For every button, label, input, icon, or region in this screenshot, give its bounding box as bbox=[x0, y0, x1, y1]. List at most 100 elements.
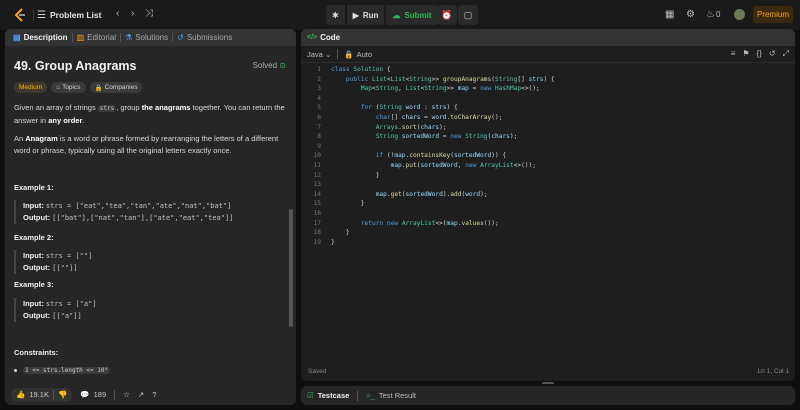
tab-description-label: Description bbox=[23, 33, 68, 42]
premium-button[interactable]: Premium bbox=[753, 6, 793, 23]
share-icon[interactable]: ↗ bbox=[138, 390, 144, 399]
comment-icon[interactable]: 💬 bbox=[80, 390, 89, 399]
example-input: strs = [""] bbox=[45, 252, 93, 260]
line-number: 10 bbox=[313, 152, 321, 160]
description-scrollbar[interactable] bbox=[289, 209, 293, 327]
code-panel-header: </> Code bbox=[301, 29, 795, 46]
shuffle-icon[interactable]: ⤨ bbox=[145, 8, 153, 19]
description-panel: ▤ Description ▥ Editorial ⚗ Solutions ↺ … bbox=[5, 29, 296, 405]
cloud-upload-icon: ☁ bbox=[392, 10, 401, 20]
description-footer: 👍 19.1K 👎 💬 189 ☆ ↗ ? bbox=[5, 384, 296, 405]
lock-icon: 🔒 bbox=[344, 49, 354, 59]
output-label: Output: bbox=[23, 311, 51, 320]
tab-testcase[interactable]: Testcase bbox=[318, 391, 350, 400]
flask-icon: ⚗ bbox=[125, 33, 133, 42]
editor-actions: ≡ ⚑ {} ↺ ⤢ bbox=[731, 49, 789, 59]
notes-button[interactable]: ▢ bbox=[458, 5, 478, 25]
tab-solutions-label: Solutions bbox=[135, 33, 169, 42]
lock-icon: 🔒 bbox=[94, 84, 103, 92]
terminal-icon: >_ bbox=[366, 391, 375, 400]
list-icon[interactable]: ☰ bbox=[37, 10, 46, 21]
example-3-block: Input: strs = ["a"] Output: [["a"]] bbox=[14, 298, 97, 322]
topics-badge[interactable]: ⌂ Topics bbox=[51, 82, 86, 93]
reset-icon[interactable]: ↺ bbox=[769, 49, 776, 59]
companies-badge[interactable]: 🔒 Companies bbox=[89, 82, 143, 93]
next-problem-icon[interactable]: › bbox=[131, 8, 134, 19]
avatar[interactable] bbox=[734, 9, 745, 20]
mode-label[interactable]: Auto bbox=[357, 50, 372, 59]
code-line: } bbox=[331, 171, 380, 179]
line-number: 13 bbox=[313, 181, 321, 189]
prev-problem-icon[interactable]: ‹ bbox=[116, 8, 119, 19]
example-output-row: Output: [["bat"],["nat","tan"],["ate","e… bbox=[23, 212, 233, 224]
settings-gear-icon[interactable]: ⚙ bbox=[686, 9, 695, 20]
input-label: Input: bbox=[23, 299, 44, 308]
chevron-down-icon: ⌄ bbox=[324, 49, 332, 59]
code-line: for (String word : strs) { bbox=[360, 104, 458, 112]
example-input: strs = ["a"] bbox=[45, 300, 97, 308]
problem-list-link[interactable]: Problem List bbox=[50, 10, 101, 20]
example-3-title: Example 3: bbox=[14, 280, 54, 289]
example-input: strs = ["eat","tea","tan","ate","nat","b… bbox=[45, 202, 232, 210]
line-number: 2 bbox=[317, 75, 321, 83]
description-tabs: ▤ Description ▥ Editorial ⚗ Solutions ↺ … bbox=[5, 29, 296, 46]
line-number: 1 bbox=[317, 66, 321, 73]
star-icon[interactable]: ☆ bbox=[123, 390, 130, 399]
history-icon: ↺ bbox=[177, 33, 184, 42]
language-select[interactable]: Java ⌄ bbox=[307, 50, 331, 59]
book-icon: ▥ bbox=[76, 33, 85, 42]
code-line: } bbox=[331, 200, 365, 208]
example-output: [["bat"],["nat","tan"],["ate","eat","tea… bbox=[52, 214, 234, 222]
output-label: Output: bbox=[23, 213, 51, 222]
code-icon: </> bbox=[307, 34, 318, 41]
top-nav: ☰ Problem List ‹ › ⤨ ✱ ▶ Run ☁ Submit ⏰ ▢ … bbox=[0, 0, 800, 30]
alarm-icon: ⏰ bbox=[441, 9, 453, 20]
streak-fire-icon[interactable]: ♨ bbox=[706, 9, 715, 20]
resize-handle[interactable] bbox=[542, 382, 554, 384]
code-line: map.put(sortedWord, new ArrayList<>()); bbox=[390, 162, 536, 169]
constraints-title: Constraints: bbox=[14, 348, 59, 357]
tab-submissions[interactable]: ↺ Submissions bbox=[173, 33, 236, 42]
fullscreen-icon[interactable]: ⤢ bbox=[783, 49, 789, 59]
bookmark-icon[interactable]: ⚑ bbox=[742, 49, 749, 59]
example-2-block: Input: strs = [""] Output: [[""]] bbox=[14, 250, 92, 274]
example-1-block: Input: strs = ["eat","tea","tan","ate","… bbox=[14, 200, 233, 224]
example-output-row: Output: [["a"]] bbox=[23, 310, 97, 322]
submit-button[interactable]: ☁ Submit bbox=[386, 5, 438, 25]
leetcode-logo[interactable] bbox=[13, 8, 27, 22]
code-header-label: Code bbox=[320, 33, 341, 42]
run-button[interactable]: ▶ Run bbox=[346, 5, 385, 25]
debug-button[interactable]: ✱ bbox=[326, 5, 345, 25]
braces-icon[interactable]: {} bbox=[757, 49, 762, 59]
format-icon[interactable]: ≡ bbox=[731, 49, 736, 59]
thumbs-up-icon[interactable]: 👍 bbox=[16, 390, 25, 399]
statement-text: Given an array of strings bbox=[14, 103, 98, 112]
code-line: public List<List<String>> groupAnagrams(… bbox=[345, 75, 555, 83]
help-icon[interactable]: ? bbox=[152, 390, 156, 399]
companies-label: Companies bbox=[104, 84, 138, 91]
layout-grid-icon[interactable]: ▦ bbox=[665, 9, 674, 20]
line-number: 4 bbox=[317, 94, 321, 102]
thumbs-down-icon[interactable]: 👎 bbox=[58, 390, 67, 399]
input-label: Input: bbox=[23, 251, 44, 260]
difficulty-badge: Medium bbox=[14, 82, 48, 93]
line-number: 12 bbox=[313, 171, 321, 179]
line-number: 9 bbox=[317, 142, 321, 150]
example-1-title: Example 1: bbox=[14, 183, 54, 192]
editor-toolbar: Java ⌄ 🔒 Auto bbox=[301, 46, 795, 63]
checkbox-icon: ☑ bbox=[307, 391, 314, 400]
statement-text: , group bbox=[116, 103, 142, 112]
tab-editorial[interactable]: ▥ Editorial bbox=[73, 33, 120, 42]
code-line: String sortedWord = new String(chars); bbox=[375, 133, 518, 141]
topics-label: Topics bbox=[62, 84, 81, 91]
statement-bold: the anagrams bbox=[141, 103, 191, 112]
pill-divider bbox=[52, 389, 54, 400]
timer-button[interactable]: ⏰ bbox=[437, 5, 457, 25]
code-line: return new ArrayList<>(map.values()); bbox=[360, 219, 499, 227]
tab-test-result[interactable]: Test Result bbox=[379, 391, 416, 400]
run-submit-group: ✱ ▶ Run ☁ Submit bbox=[326, 5, 438, 25]
tab-solutions[interactable]: ⚗ Solutions bbox=[121, 33, 172, 42]
example-input-row: Input: strs = [""] bbox=[23, 250, 92, 262]
tab-description[interactable]: ▤ Description bbox=[9, 33, 72, 42]
bug-icon: ✱ bbox=[332, 10, 339, 20]
